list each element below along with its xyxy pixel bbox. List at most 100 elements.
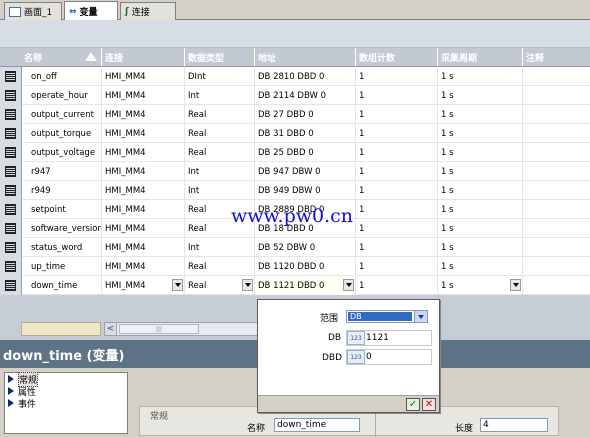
cell-cycle[interactable]: 1 s bbox=[438, 257, 523, 276]
cell-connection[interactable]: HMI_MM4 bbox=[102, 200, 185, 219]
chevron-down-icon[interactable] bbox=[172, 279, 183, 291]
cell-address[interactable]: DB 1120 DBD 0 bbox=[255, 257, 356, 276]
row-selector[interactable] bbox=[0, 86, 22, 105]
cell-name[interactable]: on_off bbox=[22, 67, 102, 86]
cell-comment[interactable] bbox=[523, 276, 590, 295]
cell-name[interactable]: status_word bbox=[22, 238, 102, 257]
chevron-down-icon[interactable] bbox=[414, 311, 427, 322]
tab-screen-1[interactable]: 画面_1 bbox=[4, 2, 62, 20]
cell-cycle[interactable]: 1 s bbox=[438, 162, 523, 181]
cell-connection-dropdown[interactable]: HMI_MM4 bbox=[102, 276, 185, 295]
cell-name[interactable]: up_time bbox=[22, 257, 102, 276]
table-row[interactable]: output_current HMI_MM4 Real DB 27 DBD 0 … bbox=[0, 105, 590, 124]
cell-name[interactable]: output_torque bbox=[22, 124, 102, 143]
cell-connection[interactable]: HMI_MM4 bbox=[102, 219, 185, 238]
cell-cycle[interactable]: 1 s bbox=[438, 143, 523, 162]
row-selector[interactable] bbox=[0, 162, 22, 181]
cell-array-count[interactable]: 1 bbox=[356, 67, 438, 86]
cell-address[interactable]: DB 2810 DBD 0 bbox=[255, 67, 356, 86]
cell-name[interactable]: operate_hour bbox=[22, 86, 102, 105]
cancel-x-icon[interactable]: ✕ bbox=[422, 398, 436, 411]
cell-comment[interactable] bbox=[523, 219, 590, 238]
cell-comment[interactable] bbox=[523, 238, 590, 257]
table-row[interactable]: r949 HMI_MM4 Int DB 949 DBW 0 1 1 s bbox=[0, 181, 590, 200]
cell-cycle[interactable]: 1 s bbox=[438, 124, 523, 143]
tab-connections[interactable]: ʃ 连接 bbox=[120, 2, 176, 20]
cell-cycle[interactable]: 1 s bbox=[438, 219, 523, 238]
cell-address[interactable]: DB 949 DBW 0 bbox=[255, 181, 356, 200]
cell-cycle[interactable]: 1 s bbox=[438, 105, 523, 124]
cell-array-count[interactable]: 1 bbox=[356, 105, 438, 124]
row-selector[interactable] bbox=[0, 257, 22, 276]
column-header-datatype[interactable]: 数据类型 bbox=[185, 48, 255, 67]
cell-datatype[interactable]: Int bbox=[185, 238, 255, 257]
cell-connection[interactable]: HMI_MM4 bbox=[102, 181, 185, 200]
row-selector[interactable] bbox=[0, 67, 22, 86]
confirm-check-icon[interactable]: ✓ bbox=[406, 398, 420, 411]
dbd-offset-field[interactable]: 123 0 bbox=[346, 349, 432, 365]
column-header-name[interactable]: 名称 bbox=[0, 48, 102, 67]
scroll-left-icon[interactable]: < bbox=[105, 323, 117, 335]
cell-array-count[interactable]: 1 bbox=[356, 276, 438, 295]
row-selector[interactable] bbox=[0, 200, 22, 219]
cell-name[interactable]: down_time bbox=[22, 276, 102, 295]
table-row[interactable]: status_word HMI_MM4 Int DB 52 DBW 0 1 1 … bbox=[0, 238, 590, 257]
cell-connection[interactable]: HMI_MM4 bbox=[102, 67, 185, 86]
length-field[interactable]: 4 bbox=[480, 418, 548, 432]
column-header-address[interactable]: 地址 bbox=[255, 48, 356, 67]
cell-connection[interactable]: HMI_MM4 bbox=[102, 238, 185, 257]
cell-name[interactable]: r949 bbox=[22, 181, 102, 200]
row-selector[interactable] bbox=[0, 105, 22, 124]
cell-array-count[interactable]: 1 bbox=[356, 86, 438, 105]
cell-connection[interactable]: HMI_MM4 bbox=[102, 105, 185, 124]
cell-datatype[interactable]: Real bbox=[185, 257, 255, 276]
cell-cycle[interactable]: 1 s bbox=[438, 238, 523, 257]
horizontal-scrollbar[interactable]: < ||| bbox=[104, 322, 259, 336]
cell-datatype[interactable]: Int bbox=[185, 162, 255, 181]
row-selector[interactable] bbox=[0, 219, 22, 238]
cell-array-count[interactable]: 1 bbox=[356, 257, 438, 276]
row-selector[interactable] bbox=[0, 143, 22, 162]
cell-comment[interactable] bbox=[523, 257, 590, 276]
cell-connection[interactable]: HMI_MM4 bbox=[102, 86, 185, 105]
cell-name[interactable]: output_voltage bbox=[22, 143, 102, 162]
cell-datatype[interactable]: Real bbox=[185, 105, 255, 124]
cell-comment[interactable] bbox=[523, 124, 590, 143]
cell-name[interactable]: setpoint bbox=[22, 200, 102, 219]
scrollbar-thumb[interactable]: ||| bbox=[119, 324, 199, 334]
cell-comment[interactable] bbox=[523, 67, 590, 86]
column-header-array-count[interactable]: 数组计数 bbox=[356, 48, 438, 67]
row-selector[interactable] bbox=[0, 238, 22, 257]
row-selector[interactable] bbox=[0, 181, 22, 200]
cell-name[interactable]: output_current bbox=[22, 105, 102, 124]
cell-datatype[interactable]: Real bbox=[185, 124, 255, 143]
row-selector[interactable] bbox=[0, 276, 22, 295]
cell-array-count[interactable]: 1 bbox=[356, 143, 438, 162]
chevron-down-icon[interactable] bbox=[242, 279, 253, 291]
cell-connection[interactable]: HMI_MM4 bbox=[102, 143, 185, 162]
row-selector[interactable] bbox=[0, 124, 22, 143]
cell-connection[interactable]: HMI_MM4 bbox=[102, 124, 185, 143]
cell-address[interactable]: DB 947 DBW 0 bbox=[255, 162, 356, 181]
cell-array-count[interactable]: 1 bbox=[356, 162, 438, 181]
cell-address[interactable]: DB 25 DBD 0 bbox=[255, 143, 356, 162]
column-header-cycle[interactable]: 采集周期 bbox=[438, 48, 523, 67]
cell-comment[interactable] bbox=[523, 86, 590, 105]
cell-array-count[interactable]: 1 bbox=[356, 181, 438, 200]
cell-array-count[interactable]: 1 bbox=[356, 238, 438, 257]
cell-cycle[interactable]: 1 s bbox=[438, 86, 523, 105]
cell-array-count[interactable]: 1 bbox=[356, 200, 438, 219]
cell-address[interactable]: DB 31 DBD 0 bbox=[255, 124, 356, 143]
chevron-down-icon[interactable] bbox=[343, 279, 354, 291]
cell-comment[interactable] bbox=[523, 105, 590, 124]
cell-address[interactable]: DB 2114 DBW 0 bbox=[255, 86, 356, 105]
table-row[interactable]: on_off HMI_MM4 DInt DB 2810 DBD 0 1 1 s bbox=[0, 67, 590, 86]
cell-comment[interactable] bbox=[523, 162, 590, 181]
tab-variables[interactable]: ⇔ 变量 bbox=[64, 1, 118, 21]
cell-comment[interactable] bbox=[523, 143, 590, 162]
cell-address[interactable]: DB 52 DBW 0 bbox=[255, 238, 356, 257]
range-select[interactable]: DB bbox=[346, 310, 428, 323]
cell-comment[interactable] bbox=[523, 181, 590, 200]
cell-datatype[interactable]: DInt bbox=[185, 67, 255, 86]
cell-comment[interactable] bbox=[523, 200, 590, 219]
